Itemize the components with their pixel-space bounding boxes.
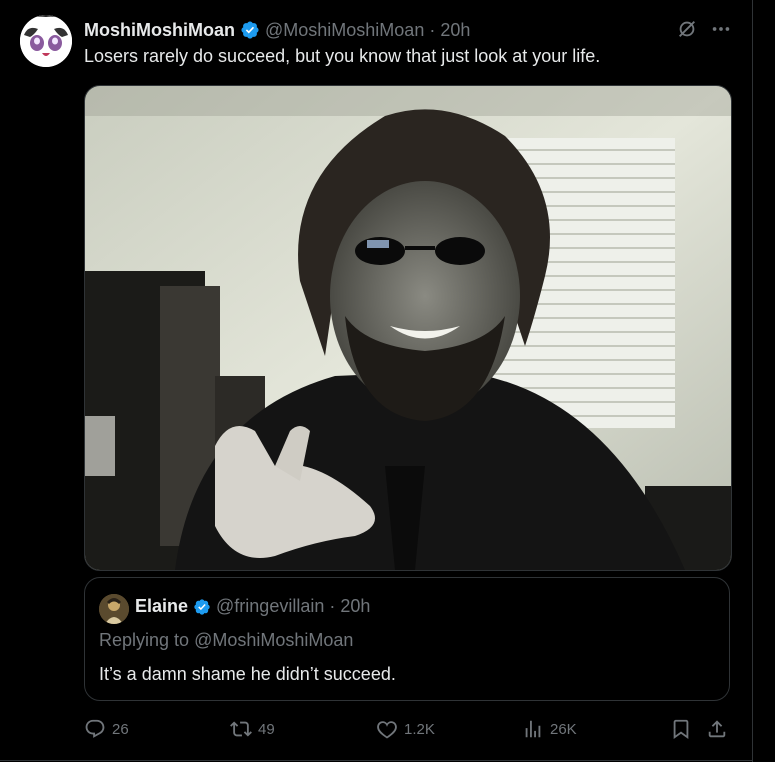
bookmark-button[interactable] xyxy=(670,718,692,740)
tweet-action-bar: 26 49 1.2K 26K xyxy=(84,718,730,744)
like-button[interactable]: 1.2K xyxy=(376,718,435,740)
bookmark-icon xyxy=(673,719,689,740)
tweet-top-actions xyxy=(676,18,732,40)
tweet-timestamp[interactable]: 20h xyxy=(440,20,470,41)
tweet-photo[interactable] xyxy=(84,85,732,571)
quoted-author-name[interactable]: Elaine xyxy=(135,596,188,617)
more-icon[interactable] xyxy=(710,18,732,40)
heart-icon xyxy=(377,721,397,739)
quoted-tweet-text: It’s a damn shame he didn’t succeed. xyxy=(99,664,396,684)
repost-button[interactable]: 49 xyxy=(230,718,275,740)
quoted-tweet[interactable]: Elaine @fringevillain · 20h Replying to … xyxy=(84,577,730,701)
tweet-container: MoshiMoshiMoan @MoshiMoshiMoan · 20h Los… xyxy=(0,0,753,762)
share-icon xyxy=(708,720,726,738)
replying-to-prefix: Replying to xyxy=(99,630,195,650)
views-button[interactable]: 26K xyxy=(522,718,577,740)
reply-icon xyxy=(85,719,105,738)
grok-icon[interactable] xyxy=(676,18,698,40)
author-name[interactable]: MoshiMoshiMoan xyxy=(84,20,235,41)
quoted-tweet-header: Elaine @fringevillain · 20h xyxy=(135,596,370,617)
reply-count: 26 xyxy=(112,720,129,738)
reply-button[interactable]: 26 xyxy=(84,718,129,740)
quoted-tweet-timestamp[interactable]: 20h xyxy=(340,596,370,617)
author-avatar[interactable] xyxy=(20,15,72,67)
views-chart-icon xyxy=(525,720,541,738)
repost-count: 49 xyxy=(258,720,275,738)
author-handle[interactable]: @MoshiMoshiMoan xyxy=(265,20,424,41)
divider xyxy=(0,760,752,761)
repost-icon xyxy=(230,721,252,737)
replying-to-line: Replying to @MoshiMoshiMoan xyxy=(99,630,353,651)
separator-dot: · xyxy=(329,596,336,616)
share-button[interactable] xyxy=(706,718,728,740)
tweet-text: Losers rarely do succeed, but you know t… xyxy=(84,46,601,66)
separator-dot: · xyxy=(429,19,436,40)
tweet-header: MoshiMoshiMoan @MoshiMoshiMoan · 20h xyxy=(84,18,470,42)
views-count: 26K xyxy=(550,720,577,738)
replying-to-mention[interactable]: @MoshiMoshiMoan xyxy=(194,630,353,650)
quoted-author-handle[interactable]: @fringevillain xyxy=(216,596,324,617)
verified-badge-icon xyxy=(193,598,211,616)
quoted-author-avatar[interactable] xyxy=(99,594,129,624)
like-count: 1.2K xyxy=(404,720,435,738)
verified-badge-icon xyxy=(240,20,260,40)
